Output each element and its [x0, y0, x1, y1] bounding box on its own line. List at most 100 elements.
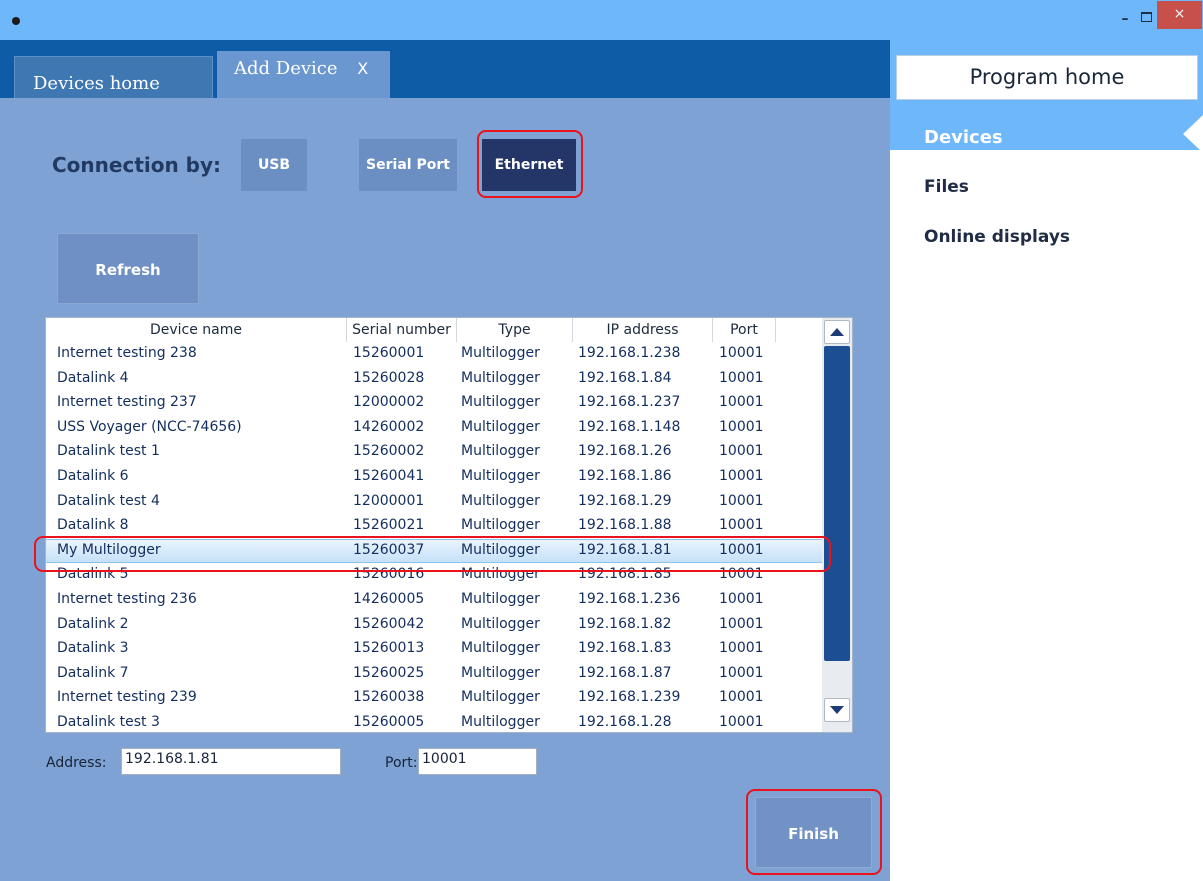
table-row[interactable]: Datalink 7 15260025 Multilogger 192.168.1.8…: [46, 662, 822, 687]
connection-label: Connection by:: [52, 153, 222, 177]
type-cell: Multilogger: [461, 615, 540, 632]
column-header[interactable]: Serial number: [347, 318, 457, 342]
serial-number-cell: 12000002: [353, 394, 425, 411]
port-input[interactable]: 10001: [418, 748, 537, 775]
finish-highlight: [746, 789, 882, 875]
serial-number-cell: 12000001: [353, 492, 425, 509]
table-row[interactable]: Internet testing 238 15260001 Multilogger 1…: [46, 342, 822, 367]
port-cell: 10001: [719, 713, 764, 730]
table-row[interactable]: Datalink 6 15260041 Multilogger 192.168.1.8…: [46, 465, 822, 490]
title-bar: – ×: [0, 0, 1203, 40]
usb-button[interactable]: USB: [241, 139, 307, 191]
serial-number-cell: 15260028: [353, 369, 425, 386]
scrollbar-thumb[interactable]: [824, 346, 850, 661]
port-cell: 10001: [719, 689, 764, 706]
type-cell: Multilogger: [461, 418, 540, 435]
device-name-cell: Internet testing 236: [57, 590, 197, 607]
ethernet-highlight: [477, 130, 583, 198]
port-cell: 10001: [719, 467, 764, 484]
type-cell: Multilogger: [461, 640, 540, 657]
active-indicator: [1183, 115, 1203, 153]
table-row[interactable]: Datalink 3 15260013 Multilogger 192.168.1.8…: [46, 637, 822, 662]
table-row[interactable]: Internet testing 236 14260005 Multilogger 1…: [46, 588, 822, 613]
vertical-scrollbar[interactable]: [822, 318, 852, 732]
device-name-cell: Datalink test 1: [57, 443, 160, 460]
main-panel: Devices home Add Device X Connection by:…: [0, 40, 890, 881]
serial-number-cell: 15260002: [353, 443, 425, 460]
serial-number-cell: 15260005: [353, 713, 425, 730]
device-name-cell: USS Voyager (NCC-74656): [57, 418, 242, 435]
port-label: Port:: [385, 755, 418, 771]
tab-label: Add Device: [234, 58, 338, 79]
sidebar-item-online-displays[interactable]: Online displays: [924, 227, 1070, 247]
minimize-icon[interactable]: –: [1114, 6, 1136, 27]
ip-address-cell: 192.168.1.87: [578, 664, 672, 681]
port-cell: 10001: [719, 443, 764, 460]
table-row[interactable]: Datalink test 4 12000001 Multilogger 192.16…: [46, 490, 822, 515]
type-cell: Multilogger: [461, 664, 540, 681]
device-name-cell: Datalink 4: [57, 369, 129, 386]
port-cell: 10001: [719, 345, 764, 361]
type-cell: Multilogger: [461, 467, 540, 484]
device-name-cell: Datalink 6: [57, 467, 129, 484]
device-name-cell: Datalink 7: [57, 664, 129, 681]
ip-address-cell: 192.168.1.86: [578, 467, 672, 484]
table-row[interactable]: Internet testing 237 12000002 Multilogger 1…: [46, 391, 822, 416]
serial-number-cell: 15260042: [353, 615, 425, 632]
device-name-cell: Datalink 2: [57, 615, 129, 632]
serial-port-button[interactable]: Serial Port: [359, 139, 457, 191]
refresh-button[interactable]: Refresh: [57, 233, 199, 304]
port-cell: 10001: [719, 492, 764, 509]
table-row[interactable]: Datalink test 1 15260002 Multilogger 192.16…: [46, 440, 822, 465]
table-row[interactable]: Datalink test 3 15260005 Multilogger 192.16…: [46, 711, 822, 732]
type-cell: Multilogger: [461, 394, 540, 411]
type-cell: Multilogger: [461, 492, 540, 509]
app-icon: [12, 17, 20, 25]
address-label: Address:: [46, 755, 107, 771]
column-header[interactable]: Device name: [46, 318, 347, 342]
port-cell: 10001: [719, 640, 764, 657]
table-row[interactable]: Internet testing 239 15260038 Multilogger 1…: [46, 686, 822, 711]
port-cell: 10001: [719, 615, 764, 632]
device-name-cell: Internet testing 239: [57, 689, 197, 706]
port-cell: 10001: [719, 394, 764, 411]
scroll-down-icon[interactable]: [824, 698, 850, 722]
ip-address-cell: 192.168.1.239: [578, 689, 681, 706]
ip-address-cell: 192.168.1.26: [578, 443, 672, 460]
column-header[interactable]: Type: [457, 318, 573, 342]
type-cell: Multilogger: [461, 345, 540, 361]
ip-address-cell: 192.168.1.236: [578, 590, 681, 607]
device-name-cell: Datalink test 4: [57, 492, 160, 509]
port-cell: 10001: [719, 517, 764, 534]
column-header[interactable]: Port: [713, 318, 776, 342]
tab-add-device[interactable]: Add Device X: [217, 51, 390, 98]
serial-number-cell: 15260013: [353, 640, 425, 657]
program-home-button[interactable]: Program home: [896, 55, 1198, 100]
table-row[interactable]: Datalink 4 15260028 Multilogger 192.168.1.8…: [46, 367, 822, 392]
tab-devices-home[interactable]: Devices home: [14, 56, 213, 98]
device-name-cell: Datalink 3: [57, 640, 129, 657]
scroll-up-icon[interactable]: [824, 320, 850, 344]
type-cell: Multilogger: [461, 713, 540, 730]
sidebar-item-files[interactable]: Files: [924, 177, 969, 197]
table-row[interactable]: USS Voyager (NCC-74656) 14260002 Multilogg…: [46, 416, 822, 441]
ip-address-cell: 192.168.1.28: [578, 713, 672, 730]
close-icon[interactable]: ×: [1157, 1, 1202, 29]
ip-address-cell: 192.168.1.83: [578, 640, 672, 657]
ip-address-cell: 192.168.1.88: [578, 517, 672, 534]
serial-number-cell: 15260021: [353, 517, 425, 534]
port-cell: 10001: [719, 369, 764, 386]
type-cell: Multilogger: [461, 369, 540, 386]
table-row[interactable]: Datalink 2 15260042 Multilogger 192.168.1.8…: [46, 613, 822, 638]
type-cell: Multilogger: [461, 689, 540, 706]
serial-number-cell: 15260041: [353, 467, 425, 484]
maximize-icon[interactable]: [1135, 6, 1157, 26]
port-cell: 10001: [719, 590, 764, 607]
tab-strip: Devices home Add Device X: [0, 40, 890, 98]
device-name-cell: Internet testing 238: [57, 345, 197, 361]
device-table: Device name Serial number Type IP addres…: [45, 317, 853, 733]
tab-close-icon[interactable]: X: [357, 59, 368, 78]
column-header[interactable]: IP address: [573, 318, 713, 342]
device-name-cell: Datalink 8: [57, 517, 129, 534]
address-input[interactable]: 192.168.1.81: [121, 748, 341, 775]
